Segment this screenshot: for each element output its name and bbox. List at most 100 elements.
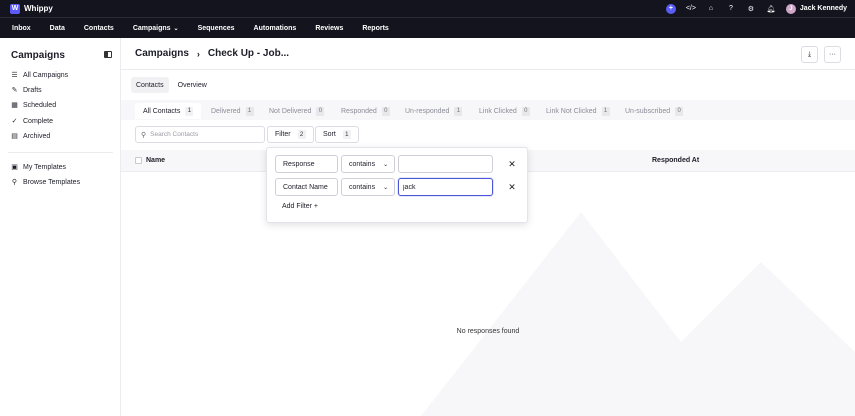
filter-operator-value: contains [349,183,376,191]
tab-delivered[interactable]: Delivered 1 [211,103,254,119]
filter-popover: Response contains ⌄ ✕ Contact Name conta… [266,147,528,223]
plus-icon[interactable]: + [665,3,676,14]
sidebar-item-complete[interactable]: ✓ Complete [11,117,53,126]
add-filter-button[interactable]: Add Filter + [282,203,318,210]
search-input[interactable] [150,131,256,138]
top-bar: W Whippy + </> ⌂ ? ⚙ 🔔︎ J Jack Kennedy [0,0,855,17]
filter-row: Response contains ⌄ [275,155,493,173]
nav-reports[interactable]: Reports [362,25,388,32]
filter-field-value: Contact Name [283,183,328,191]
count-badge: 1 [245,106,254,116]
nav-inbox[interactable]: Inbox [12,25,31,32]
filter-value-input[interactable] [398,155,493,173]
view-tabs: Contacts Overview [131,77,212,93]
filter-operator-select[interactable]: contains ⌄ [341,155,395,173]
tab-not-delivered[interactable]: Not Delivered 0 [269,103,325,119]
tab-un-responded[interactable]: Un-responded 1 [405,103,463,119]
count-badge: 1 [601,106,610,116]
tab-label: Link Not Clicked [546,107,597,115]
filter-row: Contact Name contains ⌄ [275,178,493,196]
breadcrumb-campaigns[interactable]: Campaigns [135,48,189,59]
tab-link-clicked[interactable]: Link Clicked 0 [479,103,530,119]
bell-icon[interactable]: 🔔︎ [766,4,776,14]
sidebar-item-scheduled[interactable]: ▦ Scheduled [11,101,56,110]
filter-field-select[interactable]: Response [275,155,338,173]
tab-all-contacts[interactable]: All Contacts 1 [135,103,202,119]
column-header-responded-at[interactable]: Responded At [652,157,699,164]
filter-count-badge: 2 [297,130,306,139]
filter-operator-value: contains [349,160,376,168]
filter-label: Filter [275,131,291,138]
remove-filter-button[interactable]: ✕ [507,159,517,169]
sidebar-item-drafts[interactable]: ✎ Drafts [11,86,42,95]
close-icon: ✕ [508,158,516,169]
empty-state-message: No responses found [456,328,520,335]
tab-contacts[interactable]: Contacts [131,77,169,93]
count-badge: 0 [316,106,325,116]
nav-reviews[interactable]: Reviews [315,25,343,32]
sidebar-divider [8,152,113,153]
filter-field-select[interactable]: Contact Name [275,178,338,196]
nav-automations[interactable]: Automations [254,25,297,32]
close-icon: ✕ [508,181,516,192]
tab-un-subscribed[interactable]: Un-subscribed 0 [625,103,684,119]
chevron-down-icon: ⌄ [383,184,389,191]
archive-icon: ▤ [11,133,18,140]
more-icon: ··· [829,51,836,58]
search-box: ⚲ [135,126,265,143]
count-badge: 1 [454,106,463,116]
top-icons: + </> ⌂ ? ⚙ 🔔︎ J Jack Kennedy [665,0,847,17]
nav-data[interactable]: Data [50,25,65,32]
tab-label: Responded [341,107,377,115]
tab-label: Un-responded [405,107,450,115]
download-icon: ⤓ [807,50,812,58]
tab-responded[interactable]: Responded 0 [341,103,390,119]
page-title: Check Up - Job... [207,48,290,59]
tab-label: Delivered [211,107,241,115]
download-button[interactable]: ⤓ [801,46,818,63]
code-icon[interactable]: </> [686,4,696,14]
more-options-button[interactable]: ··· [824,46,841,63]
home-icon[interactable]: ⌂ [706,4,716,14]
brand[interactable]: W Whippy [10,3,53,14]
breadcrumb: Campaigns › Check Up - Job... [135,48,289,59]
sidebar-item-browse-templates[interactable]: ⚲ Browse Templates [11,178,80,187]
sidebar-item-label: My Templates [23,163,67,171]
count-badge: 1 [185,106,194,116]
main-content: Campaigns › Check Up - Job... ⤓ ··· Cont… [121,38,855,416]
column-header-name[interactable]: Name [146,157,165,164]
sidebar-item-archived[interactable]: ▤ Archived [11,132,51,141]
user-menu[interactable]: J Jack Kennedy [785,3,847,14]
app-name: Whippy [24,4,53,13]
help-icon[interactable]: ? [726,4,736,14]
check-circle-icon: ✓ [11,118,18,125]
filter-button[interactable]: Filter 2 [267,126,314,143]
tab-label: Un-subscribed [625,107,671,115]
filter-operator-select[interactable]: contains ⌄ [341,178,395,196]
filter-value-input[interactable] [398,178,493,196]
sidebar-item-label: Complete [23,117,53,125]
tab-link-not-clicked[interactable]: Link Not Clicked 1 [546,103,610,119]
tab-label: All Contacts [143,107,181,115]
sidebar-title: Campaigns [11,50,65,61]
remove-filter-button[interactable]: ✕ [507,182,517,192]
pencil-icon: ✎ [11,87,18,94]
sidebar-item-all-campaigns[interactable]: ☰ All Campaigns [11,71,69,80]
user-name: Jack Kennedy [799,5,847,12]
sidebar-item-my-templates[interactable]: ▣ My Templates [11,163,67,172]
sidebar-collapse-icon[interactable] [104,51,112,58]
nav-campaigns[interactable]: Campaigns ⌄ [133,25,179,32]
gear-icon[interactable]: ⚙ [746,4,756,14]
nav-contacts[interactable]: Contacts [84,25,114,32]
select-all-checkbox[interactable] [135,157,142,164]
sort-button[interactable]: Sort 1 [315,126,359,143]
filter-field-value: Response [283,160,315,168]
nav-sequences[interactable]: Sequences [198,25,235,32]
tab-overview[interactable]: Overview [173,77,212,93]
sidebar-item-label: Archived [23,132,51,140]
list-icon: ☰ [11,72,18,79]
sort-label: Sort [323,131,336,138]
sidebar-item-label: All Campaigns [23,71,69,79]
search-icon: ⚲ [141,131,147,139]
tab-label: Link Clicked [479,107,517,115]
